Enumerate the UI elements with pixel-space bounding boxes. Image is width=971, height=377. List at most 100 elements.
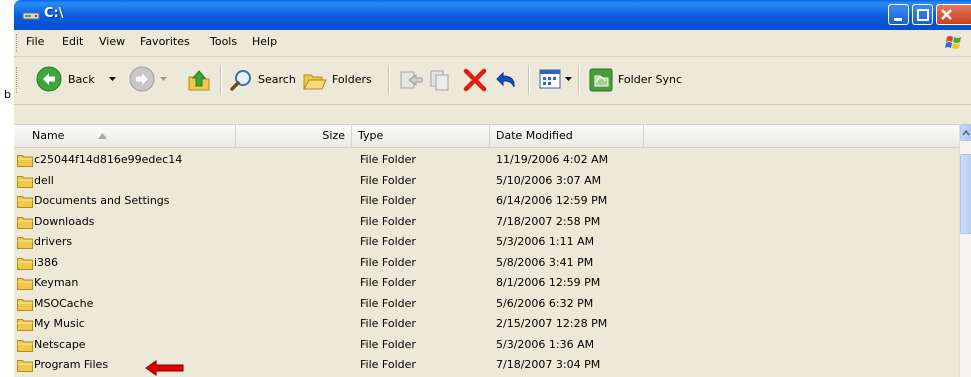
screenshot: b C:\ File Edit View Favorites Tools Hel… [0, 0, 971, 377]
file-type: File Folder [360, 296, 416, 310]
folder-icon [17, 155, 33, 167]
back-button-label[interactable]: Back [68, 73, 95, 86]
file-row[interactable]: Netscape File Folder 5/3/2006 1:36 AM [14, 335, 959, 355]
desktop-edge: b [0, 0, 14, 377]
views-dropdown-icon[interactable] [565, 77, 572, 81]
file-row[interactable]: i386 File Folder 5/8/2006 3:41 PM [14, 253, 959, 273]
file-name: My Music [34, 317, 85, 330]
file-row[interactable]: MSOCache File Folder 5/6/2006 6:32 PM [14, 294, 959, 314]
folder-icon [17, 237, 33, 249]
menu-bar: File Edit View Favorites Tools Help [14, 30, 971, 57]
folder-sync-button-label[interactable]: Folder Sync [618, 73, 682, 86]
folder-icon [17, 298, 33, 311]
minimize-button[interactable] [888, 4, 909, 25]
file-date-modified: 5/3/2006 1:11 AM [496, 235, 595, 248]
column-headers: Name Size Type Date Modified [14, 124, 959, 148]
file-row[interactable]: Downloads File Folder 7/18/2007 2:58 PM [14, 212, 959, 232]
folder-icon [17, 175, 33, 188]
column-header-type[interactable]: Type [352, 125, 490, 147]
delete-icon[interactable] [463, 68, 487, 92]
column-header-type-label: Type [358, 129, 384, 142]
minimize-icon [894, 18, 902, 21]
edge-text: b [4, 88, 11, 101]
menu-favorites[interactable]: Favorites [140, 35, 190, 48]
chevron-up-icon [962, 129, 970, 136]
close-button[interactable] [936, 4, 971, 25]
folder-icon [17, 339, 33, 352]
column-header-name-label: Name [32, 129, 65, 142]
toolbar-separator [220, 65, 222, 95]
menu-grip[interactable] [16, 34, 20, 52]
undo-icon[interactable] [494, 67, 520, 93]
close-icon [941, 9, 952, 20]
file-date-modified: 5/6/2006 6:32 PM [496, 296, 594, 310]
drive-icon [22, 12, 40, 20]
forward-dropdown-icon[interactable] [160, 77, 167, 81]
file-row[interactable]: My Music File Folder 2/15/2007 12:28 PM [14, 314, 959, 334]
column-header-name[interactable]: Name [14, 125, 236, 147]
windows-flag-icon [945, 36, 961, 49]
file-row[interactable]: c25044f14d816e99edec14 File Folder 11/19/2… [14, 150, 959, 170]
maximize-button[interactable] [912, 4, 933, 25]
toolbar-separator [388, 65, 390, 95]
column-header-date-label: Date Modified [496, 129, 573, 142]
move-to-icon[interactable] [398, 67, 424, 93]
copy-to-icon[interactable] [428, 67, 454, 93]
folder-icon [17, 216, 33, 229]
file-name: Documents and Settings [34, 194, 170, 207]
search-button-label[interactable]: Search [258, 73, 296, 86]
file-date-modified: 11/19/2006 4:02 AM [496, 153, 609, 166]
file-type: File Folder [360, 153, 416, 166]
file-name: Netscape [34, 337, 86, 351]
vertical-scrollbar[interactable] [959, 124, 971, 377]
title-bar[interactable]: C:\ [14, 0, 971, 30]
file-name: c25044f14d816e99edec14 [34, 153, 183, 166]
back-arrow-icon[interactable] [36, 66, 62, 92]
menu-edit[interactable]: Edit [62, 35, 83, 48]
menu-file[interactable]: File [26, 35, 44, 48]
toolbar-separator [578, 65, 580, 95]
file-row[interactable]: Keyman File Folder 8/1/2006 12:59 PM [14, 273, 959, 293]
file-row[interactable]: dell File Folder 5/10/2006 3:07 AM [14, 171, 959, 191]
search-icon[interactable] [228, 67, 254, 93]
folder-icon [17, 360, 33, 372]
folders-button-label[interactable]: Folders [332, 73, 372, 86]
file-type: File Folder [360, 194, 416, 207]
file-type: File Folder [360, 255, 416, 269]
menu-view[interactable]: View [99, 35, 125, 48]
column-header-size[interactable]: Size [236, 125, 352, 147]
file-row[interactable]: Documents and Settings File Folder 6/14/20… [14, 191, 959, 211]
file-date-modified: 2/15/2007 12:28 PM [496, 317, 608, 330]
toolbar-separator [528, 65, 530, 95]
file-name: Keyman [34, 276, 79, 289]
folder-icon [17, 319, 33, 331]
file-type: File Folder [360, 337, 416, 351]
menu-help[interactable]: Help [252, 35, 277, 48]
file-name: Program Files [34, 358, 109, 371]
file-name: i386 [34, 255, 59, 269]
file-type: File Folder [360, 173, 416, 187]
file-date-modified: 7/18/2007 2:58 PM [496, 214, 601, 228]
folder-sync-icon[interactable] [588, 67, 614, 93]
file-name: Downloads [34, 214, 95, 228]
forward-arrow-icon[interactable] [129, 66, 155, 92]
column-header-date[interactable]: Date Modified [490, 125, 644, 147]
file-name: MSOCache [34, 296, 94, 310]
file-row[interactable]: drivers File Folder 5/3/2006 1:11 AM [14, 232, 959, 252]
scroll-thumb[interactable] [960, 154, 971, 234]
toolbar-grip[interactable] [16, 67, 20, 93]
folders-icon[interactable] [302, 67, 328, 93]
file-row[interactable]: Program Files File Folder 7/18/2007 3:04 P… [14, 355, 959, 375]
explorer-window: C:\ File Edit View Favorites Tools Help [14, 0, 971, 377]
up-folder-icon[interactable] [186, 67, 212, 93]
scroll-up-button[interactable] [960, 124, 971, 141]
file-date-modified: 7/18/2007 3:04 PM [496, 358, 601, 371]
file-type: File Folder [360, 214, 416, 228]
folder-icon [17, 278, 33, 290]
file-type: File Folder [360, 276, 416, 289]
menu-tools[interactable]: Tools [210, 35, 237, 48]
file-name: drivers [34, 235, 73, 248]
views-icon[interactable] [538, 67, 562, 91]
folder-icon [17, 257, 33, 270]
back-dropdown-icon[interactable] [109, 77, 116, 81]
